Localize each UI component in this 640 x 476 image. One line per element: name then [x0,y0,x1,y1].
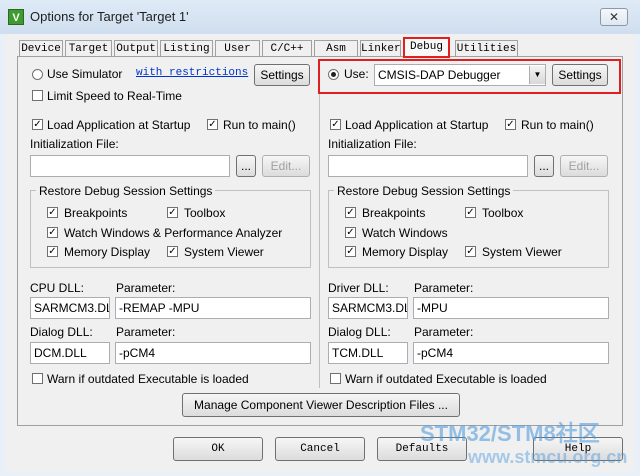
right-run-to-main-checkbox[interactable]: ✓ [505,119,516,130]
window-title: Options for Target 'Target 1' [30,9,189,24]
use-debugger-label: Use: [344,67,369,81]
tab-device[interactable]: Device [19,40,63,56]
init-file-label: Initialization File: [30,137,119,151]
driver-dll-input[interactable]: SARMCM3.DLL [328,297,408,319]
cancel-button[interactable]: Cancel [275,437,365,461]
system-viewer-label: System Viewer [184,245,264,259]
right-toolbox-checkbox[interactable]: ✓ [465,207,476,218]
app-icon: V [8,9,24,25]
right-init-file-input[interactable] [328,155,528,177]
right-run-to-main-label: Run to main() [521,118,594,132]
ok-button[interactable]: OK [173,437,263,461]
init-file-input[interactable] [30,155,230,177]
right-watch-windows-label: Watch Windows [362,226,448,240]
breakpoints-checkbox[interactable]: ✓ [47,207,58,218]
tab-linker[interactable]: Linker [360,40,401,56]
use-simulator-label: Use Simulator [47,67,123,81]
tab-target[interactable]: Target [65,40,112,56]
load-app-label: Load Application at Startup [47,118,191,132]
run-to-main-label: Run to main() [223,118,296,132]
tab-user[interactable]: User [215,40,260,56]
dialog-dll-parameter-input[interactable]: -pCM4 [115,342,311,364]
right-memory-display-label: Memory Display [362,245,449,259]
watch-windows-checkbox[interactable]: ✓ [47,227,58,238]
breakpoints-label: Breakpoints [64,206,128,220]
right-load-app-checkbox[interactable]: ✓ [330,119,341,130]
system-viewer-checkbox[interactable]: ✓ [167,246,178,257]
watermark-url: www.stmcu.org.cn [468,447,628,467]
cpu-dll-label: CPU DLL: [30,281,85,295]
right-restore-settings-title: Restore Debug Session Settings [334,184,514,198]
manage-component-viewer-button[interactable]: Manage Component Viewer Description File… [182,393,460,417]
init-file-browse-button[interactable]: ... [236,155,256,177]
cpu-dll-input[interactable]: SARMCM3.DLL [30,297,110,319]
limit-speed-label: Limit Speed to Real-Time [47,89,182,103]
dialog-dll-label: Dialog DLL: [30,325,93,339]
driver-dll-parameter-input[interactable]: -MPU [413,297,609,319]
right-init-file-edit-button[interactable]: Edit... [560,155,608,177]
right-system-viewer-label: System Viewer [482,245,562,259]
right-breakpoints-label: Breakpoints [362,206,426,220]
watch-windows-label: Watch Windows & Performance Analyzer [64,226,283,240]
right-breakpoints-checkbox[interactable]: ✓ [345,207,356,218]
use-debugger-radio[interactable] [328,69,339,80]
run-to-main-checkbox[interactable]: ✓ [207,119,218,130]
chevron-down-icon[interactable]: ▼ [529,66,545,84]
right-dialog-dll-parameter-input[interactable]: -pCM4 [413,342,609,364]
right-dialog-dll-label: Dialog DLL: [328,325,391,339]
memory-display-label: Memory Display [64,245,151,259]
right-system-viewer-checkbox[interactable]: ✓ [465,246,476,257]
use-simulator-radio[interactable] [32,69,43,80]
right-toolbox-label: Toolbox [482,206,524,220]
dialog-dll-parameter-label: Parameter: [116,325,176,339]
with-restrictions-link[interactable]: with restrictions [136,67,248,79]
load-app-checkbox[interactable]: ✓ [32,119,43,130]
right-warn-outdated-label: Warn if outdated Executable is loaded [345,372,547,386]
close-button[interactable]: ✕ [600,8,628,26]
toolbox-checkbox[interactable]: ✓ [167,207,178,218]
right-memory-display-checkbox[interactable]: ✓ [345,246,356,257]
init-file-edit-button[interactable]: Edit... [262,155,310,177]
limit-speed-checkbox[interactable] [32,90,43,101]
warn-outdated-checkbox[interactable] [32,373,43,384]
watermark-title: STM32/STM8社区 [420,421,600,446]
tab-asm[interactable]: Asm [314,40,358,56]
restore-settings-title: Restore Debug Session Settings [36,184,216,198]
warn-outdated-label: Warn if outdated Executable is loaded [47,372,249,386]
tab-utilities[interactable]: Utilities [455,40,518,56]
right-init-file-browse-button[interactable]: ... [534,155,554,177]
debugger-select[interactable]: CMSIS-DAP Debugger [374,64,546,86]
driver-dll-parameter-label: Parameter: [414,281,474,295]
memory-display-checkbox[interactable]: ✓ [47,246,58,257]
right-dialog-dll-parameter-label: Parameter: [414,325,474,339]
right-init-file-label: Initialization File: [328,137,417,151]
right-dialog-dll-input[interactable]: TCM.DLL [328,342,408,364]
tab-debug[interactable]: Debug [403,37,450,58]
column-divider [319,62,320,388]
debugger-settings-button[interactable]: Settings [552,64,608,86]
tab-listing[interactable]: Listing [160,40,213,56]
right-load-app-label: Load Application at Startup [345,118,489,132]
simulator-settings-button[interactable]: Settings [254,64,310,86]
right-watch-windows-checkbox[interactable]: ✓ [345,227,356,238]
right-warn-outdated-checkbox[interactable] [330,373,341,384]
tab-output[interactable]: Output [114,40,158,56]
dialog-dll-input[interactable]: DCM.DLL [30,342,110,364]
toolbox-label: Toolbox [184,206,226,220]
driver-dll-label: Driver DLL: [328,281,389,295]
tab-c-cpp[interactable]: C/C++ [262,40,312,56]
cpu-dll-parameter-label: Parameter: [116,281,176,295]
debugger-select-value: CMSIS-DAP Debugger [378,68,501,82]
cpu-dll-parameter-input[interactable]: -REMAP -MPU [115,297,311,319]
